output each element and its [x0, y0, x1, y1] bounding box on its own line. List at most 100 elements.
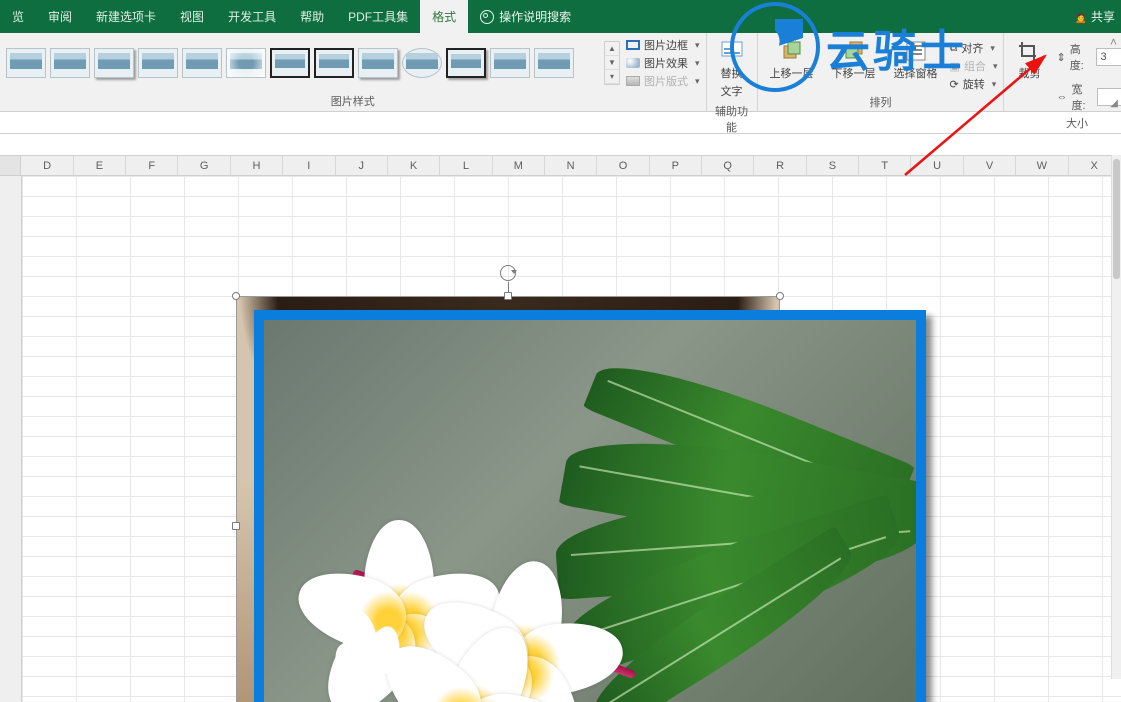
ribbon-collapse-icon[interactable]: ˄	[1110, 35, 1117, 49]
column-header[interactable]: L	[440, 156, 492, 175]
resize-handle[interactable]	[232, 292, 240, 300]
style-thumb-3[interactable]	[94, 48, 134, 78]
bring-forward-label: 上移一层	[770, 65, 814, 81]
column-header[interactable]: T	[859, 156, 911, 175]
tab-format[interactable]: 格式	[420, 0, 468, 33]
height-input[interactable]: 3 ▲▼	[1096, 48, 1121, 66]
width-icon: ⇔	[1056, 91, 1067, 103]
crop-button[interactable]: 裁剪	[1010, 37, 1048, 83]
vertical-scrollbar[interactable]	[1111, 155, 1121, 679]
picture-effects-label: 图片效果	[644, 55, 688, 71]
dropdown-icon	[987, 42, 995, 54]
style-thumb-5[interactable]	[182, 48, 222, 78]
column-header[interactable]: J	[336, 156, 388, 175]
selection-pane-label: 选择窗格	[894, 65, 938, 81]
tab-review[interactable]: 审阅	[36, 0, 84, 33]
picture-layout-button: 图片版式	[626, 73, 700, 89]
column-header[interactable]: K	[388, 156, 440, 175]
column-header[interactable]: W	[1016, 156, 1068, 175]
align-button[interactable]: ⧉ 对齐	[950, 40, 998, 56]
select-all-corner[interactable]	[0, 156, 21, 175]
selection-pane-button[interactable]: 选择窗格	[888, 37, 944, 83]
column-header[interactable]: E	[74, 156, 126, 175]
tab-help[interactable]: 帮助	[288, 0, 336, 33]
style-thumb-1[interactable]	[6, 48, 46, 78]
person-icon	[1075, 10, 1087, 24]
resize-handle[interactable]	[922, 310, 926, 314]
resize-handle[interactable]	[232, 522, 240, 530]
style-thumb-6[interactable]	[226, 48, 266, 78]
gallery-down-icon[interactable]: ▼	[605, 56, 619, 70]
style-thumb-10[interactable]	[402, 48, 442, 78]
dialog-launcher-icon[interactable]: ◢	[1110, 98, 1118, 109]
alt-text-label-2: 文字	[721, 83, 743, 99]
group-objects-button: ▣ 组合	[950, 58, 998, 74]
style-thumb-2[interactable]	[50, 48, 90, 78]
rotate-button[interactable]: ⟳ 旋转	[950, 76, 998, 92]
resize-handle[interactable]	[776, 292, 784, 300]
lightbulb-icon	[480, 10, 494, 24]
column-header[interactable]: Q	[702, 156, 754, 175]
column-header[interactable]: D	[21, 156, 73, 175]
picture-format-menu: 图片边框 图片效果 图片版式	[626, 37, 700, 89]
style-thumb-8[interactable]	[314, 48, 354, 78]
send-backward-icon	[841, 39, 867, 63]
picture-layout-label: 图片版式	[644, 73, 688, 89]
gallery-scroll[interactable]: ▲ ▼ ▾	[604, 41, 620, 85]
column-header[interactable]: O	[597, 156, 649, 175]
tell-me-search[interactable]: 操作说明搜索	[468, 0, 583, 33]
tab-view[interactable]: 视图	[168, 0, 216, 33]
resize-handle[interactable]	[254, 524, 258, 532]
rotate-label: 旋转	[963, 76, 985, 92]
column-header[interactable]: R	[754, 156, 806, 175]
group-objects-label: 组合	[964, 58, 986, 74]
gallery-up-icon[interactable]: ▲	[605, 42, 619, 56]
tab-view-prev[interactable]: 览	[0, 0, 36, 33]
dropdown-icon	[989, 78, 997, 90]
formula-bar[interactable]	[0, 134, 1121, 156]
picture-border-label: 图片边框	[644, 37, 688, 53]
column-header[interactable]: F	[126, 156, 178, 175]
picture-effects-button[interactable]: 图片效果	[626, 55, 700, 71]
column-header[interactable]: I	[283, 156, 335, 175]
column-header[interactable]: U	[911, 156, 963, 175]
style-thumb-9[interactable]	[358, 48, 398, 78]
worksheet-grid[interactable]	[0, 176, 1121, 702]
picture-style-gallery[interactable]	[6, 48, 602, 78]
group-label-arrange: 排列	[764, 92, 998, 112]
share-label: 共享	[1091, 8, 1115, 25]
dropdown-icon	[692, 57, 700, 69]
resize-handle[interactable]	[254, 310, 258, 314]
style-thumb-11[interactable]	[446, 48, 486, 78]
column-header[interactable]: V	[964, 156, 1016, 175]
scrollbar-thumb[interactable]	[1113, 159, 1120, 279]
column-header[interactable]: S	[807, 156, 859, 175]
column-header[interactable]: G	[178, 156, 230, 175]
group-size: 裁剪 ⇕ 高度: 3 ▲▼ ⇔ 宽度: ▲▼	[1004, 33, 1121, 111]
style-thumb-12[interactable]	[490, 48, 530, 78]
bring-forward-icon	[779, 39, 805, 63]
column-header[interactable]: N	[545, 156, 597, 175]
tab-developer[interactable]: 开发工具	[216, 0, 288, 33]
bring-forward-button[interactable]: 上移一层	[764, 37, 820, 83]
tab-pdf-tools[interactable]: PDF工具集	[336, 0, 420, 33]
picture-border-button[interactable]: 图片边框	[626, 37, 700, 53]
column-header[interactable]: M	[493, 156, 545, 175]
column-header[interactable]: H	[231, 156, 283, 175]
style-thumb-7[interactable]	[270, 48, 310, 78]
resize-handle[interactable]	[504, 292, 512, 300]
alt-text-button[interactable]: 替换 文字	[713, 37, 751, 101]
style-thumb-4[interactable]	[138, 48, 178, 78]
resize-handle[interactable]	[922, 524, 926, 532]
column-header[interactable]: P	[650, 156, 702, 175]
send-backward-button[interactable]: 下移一层	[826, 37, 882, 83]
gallery-more-icon[interactable]: ▾	[605, 70, 619, 84]
share-button[interactable]: 共享	[1075, 0, 1115, 33]
picture-object-front[interactable]	[254, 310, 926, 702]
resize-handle[interactable]	[586, 310, 594, 314]
style-thumb-13[interactable]	[534, 48, 574, 78]
tab-new-option[interactable]: 新建选项卡	[84, 0, 168, 33]
rotate-handle[interactable]	[500, 265, 516, 281]
row-headers[interactable]	[0, 176, 22, 702]
name-box-bar[interactable]	[0, 112, 1121, 134]
